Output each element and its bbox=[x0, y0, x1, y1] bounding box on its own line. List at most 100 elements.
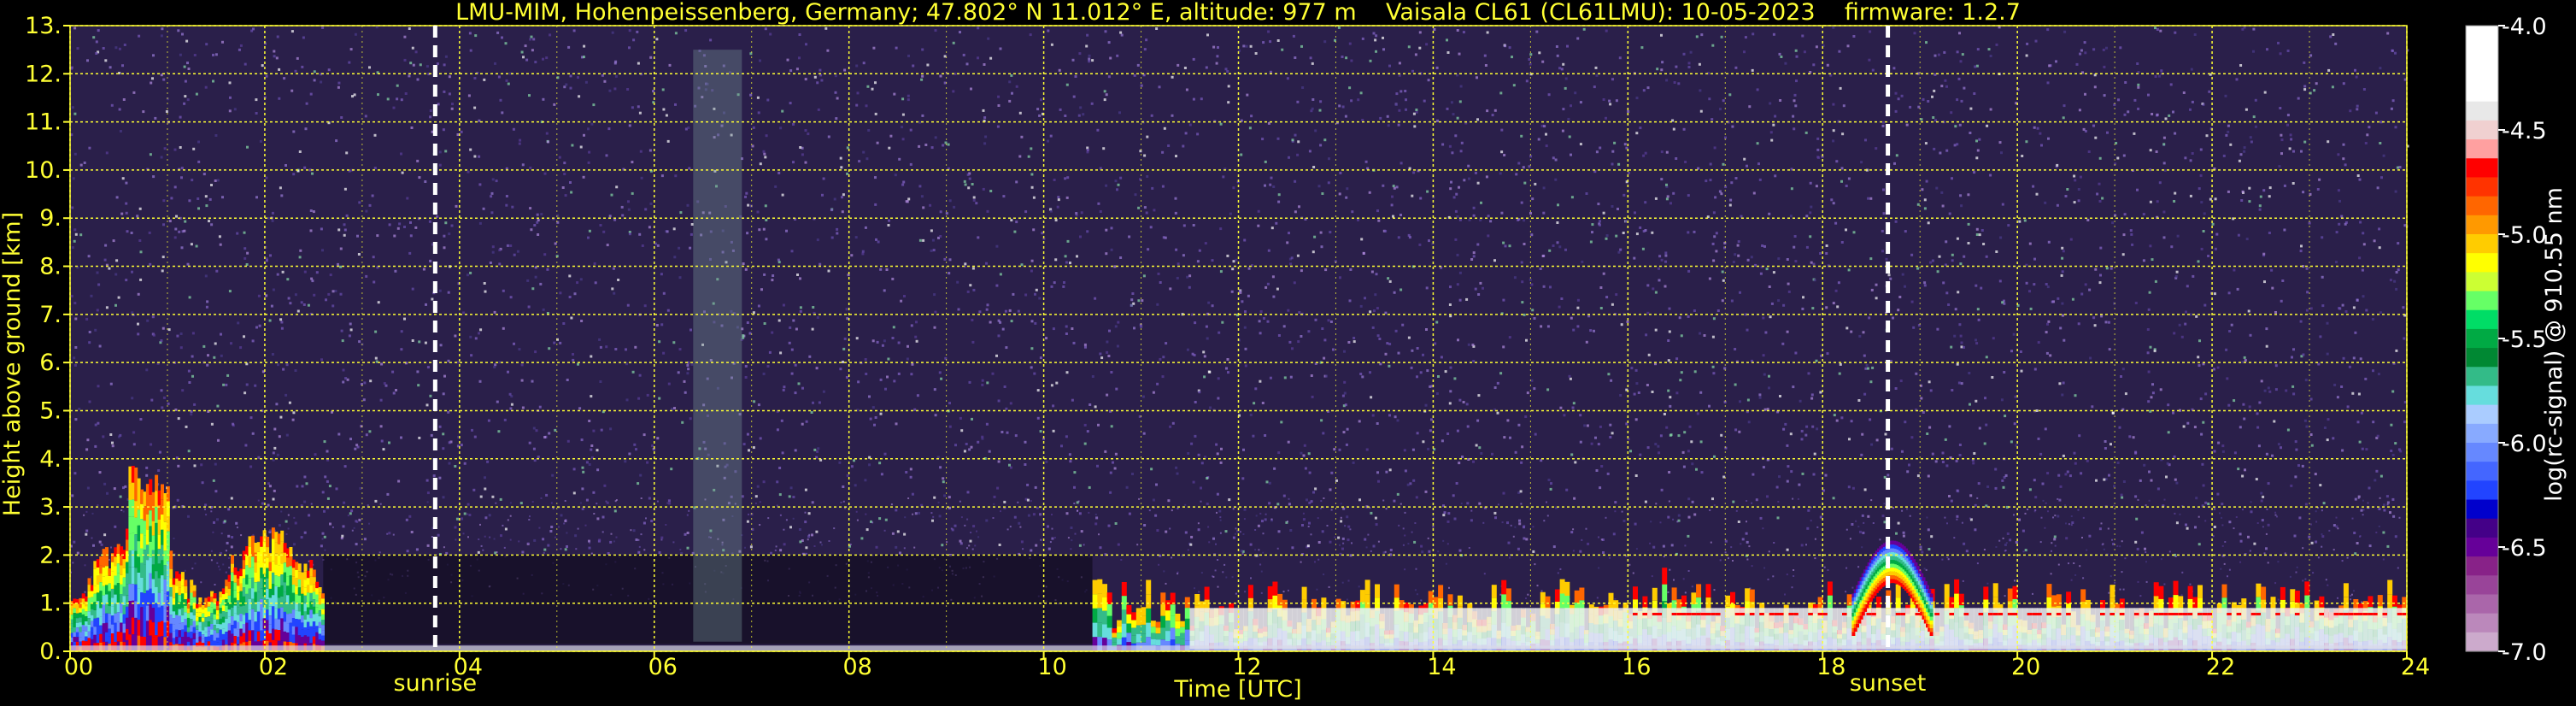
noise-speck bbox=[1736, 244, 1740, 247]
noise-speck bbox=[74, 232, 78, 236]
noise-speck bbox=[811, 533, 813, 537]
noise-speck bbox=[860, 537, 864, 540]
noise-speck bbox=[962, 53, 965, 56]
noise-speck bbox=[2198, 339, 2201, 343]
noise-speck bbox=[1302, 518, 1306, 521]
noise-speck bbox=[1925, 41, 1928, 44]
noise-speck bbox=[455, 204, 458, 208]
noise-speck bbox=[2397, 242, 2400, 245]
noise-speck bbox=[587, 127, 590, 131]
noise-speck bbox=[454, 334, 457, 338]
noise-speck bbox=[1472, 255, 1476, 258]
noise-speck bbox=[504, 527, 508, 531]
noise-speck bbox=[2005, 542, 2008, 544]
noise-speck bbox=[1793, 127, 1796, 131]
noise-speck bbox=[1146, 135, 1149, 138]
noise-speck bbox=[1241, 477, 1245, 480]
noise-speck bbox=[1690, 440, 1693, 444]
noise-speck bbox=[918, 185, 922, 188]
noise-speck bbox=[1542, 285, 1546, 288]
noise-speck bbox=[1161, 375, 1165, 379]
noise-speck bbox=[359, 486, 362, 490]
noise-speck bbox=[2354, 497, 2357, 501]
noise-speck bbox=[484, 476, 486, 479]
noise-speck bbox=[132, 431, 136, 434]
noise-speck bbox=[529, 166, 532, 169]
noise-speck bbox=[2174, 132, 2177, 135]
noise-speck bbox=[1062, 285, 1065, 288]
noise-speck bbox=[300, 536, 303, 539]
noise-speck bbox=[531, 49, 534, 52]
noise-speck bbox=[960, 516, 963, 519]
noise-speck bbox=[2047, 240, 2051, 244]
noise-speck bbox=[2068, 523, 2070, 526]
noise-speck bbox=[1958, 32, 1961, 35]
noise-speck bbox=[788, 495, 791, 498]
noise-speck bbox=[2093, 85, 2097, 89]
noise-speck bbox=[984, 135, 988, 138]
noise-speck bbox=[2265, 452, 2268, 456]
noise-speck bbox=[521, 550, 525, 554]
noise-speck bbox=[765, 134, 768, 138]
noise-speck bbox=[104, 59, 108, 62]
noise-speck bbox=[1078, 52, 1082, 56]
noise-speck bbox=[185, 39, 189, 43]
noise-speck bbox=[977, 236, 980, 239]
noise-speck bbox=[1011, 91, 1013, 95]
noise-speck bbox=[374, 356, 378, 360]
noise-speck bbox=[184, 569, 186, 572]
noise-speck bbox=[1593, 329, 1595, 332]
noise-speck bbox=[915, 339, 918, 343]
noise-speck bbox=[119, 130, 122, 132]
noise-speck bbox=[2289, 575, 2291, 578]
noise-speck bbox=[673, 407, 676, 409]
noise-speck bbox=[2374, 479, 2377, 482]
noise-speck bbox=[959, 416, 962, 420]
noise-speck bbox=[1819, 252, 1822, 255]
noise-speck bbox=[1568, 135, 1571, 138]
noise-speck bbox=[2225, 348, 2228, 351]
noise-speck bbox=[1605, 237, 1608, 240]
noise-speck bbox=[490, 191, 494, 195]
noise-speck bbox=[1950, 345, 1953, 349]
noise-speck bbox=[855, 64, 859, 68]
noise-speck bbox=[1206, 503, 1209, 505]
noise-speck bbox=[102, 435, 105, 438]
noise-speck bbox=[1276, 137, 1280, 140]
noise-speck bbox=[308, 560, 310, 562]
noise-speck bbox=[1792, 497, 1794, 500]
noise-speck bbox=[1175, 155, 1177, 158]
noise-speck bbox=[2098, 200, 2102, 203]
noise-speck bbox=[592, 491, 596, 494]
noise-speck bbox=[1227, 371, 1229, 374]
noise-speck bbox=[271, 211, 274, 215]
noise-speck bbox=[1567, 117, 1570, 121]
noise-speck bbox=[2035, 192, 2039, 196]
noise-speck bbox=[1369, 371, 1371, 374]
noise-speck bbox=[2356, 108, 2359, 111]
noise-speck bbox=[1669, 202, 1672, 205]
noise-speck bbox=[2163, 498, 2166, 501]
noise-speck bbox=[1493, 386, 1497, 389]
noise-speck bbox=[1071, 327, 1074, 330]
noise-speck bbox=[1847, 177, 1851, 180]
noise-speck bbox=[1158, 85, 1161, 89]
noise-speck bbox=[688, 509, 690, 512]
noise-speck bbox=[521, 406, 525, 409]
noise-speck bbox=[1259, 563, 1262, 566]
noise-speck bbox=[1402, 527, 1405, 530]
noise-speck bbox=[911, 362, 914, 366]
noise-speck bbox=[1312, 166, 1316, 168]
noise-speck bbox=[1419, 371, 1423, 374]
noise-speck bbox=[588, 463, 591, 466]
noise-speck bbox=[1077, 500, 1080, 503]
noise-speck bbox=[2189, 583, 2192, 585]
noise-speck bbox=[1442, 514, 1446, 517]
noise-speck bbox=[2284, 552, 2286, 555]
noise-speck bbox=[437, 103, 440, 106]
noise-speck bbox=[2303, 61, 2306, 64]
noise-speck bbox=[901, 183, 905, 186]
noise-speck bbox=[926, 63, 930, 67]
noise-speck bbox=[230, 342, 232, 345]
noise-speck bbox=[1131, 473, 1134, 475]
